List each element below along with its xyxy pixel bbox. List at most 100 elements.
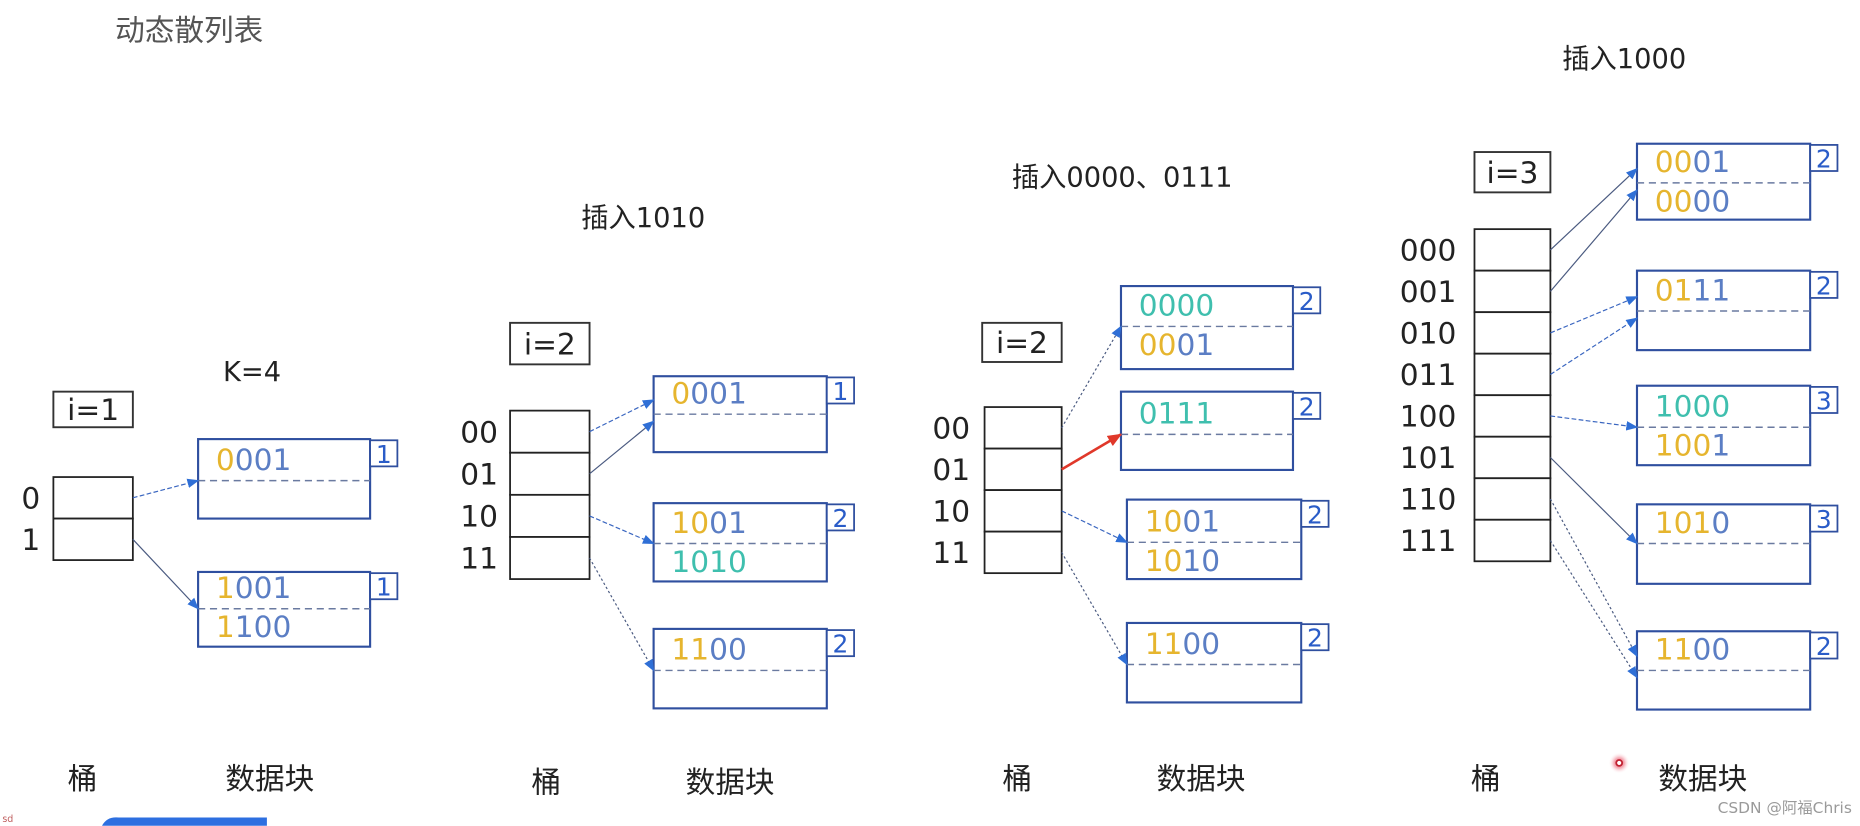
record-key: 0001 bbox=[216, 442, 291, 477]
record-key: 1100 bbox=[1145, 626, 1220, 661]
bucket-cell bbox=[509, 451, 591, 496]
block-caption: 数据块 bbox=[225, 761, 314, 796]
record-bits-other: 01 bbox=[1176, 327, 1214, 362]
panel-title: 插入0000、0111 bbox=[1012, 162, 1233, 193]
bucket-cell bbox=[52, 476, 134, 520]
record-bits-prefix: 10 bbox=[671, 505, 709, 540]
page-title: 动态散列表 bbox=[115, 13, 263, 48]
pointer-arrow bbox=[1061, 325, 1122, 429]
record-key: 1100 bbox=[216, 609, 291, 644]
extendible-hashing-diagram: 动态散列表 K=4i=10110001110011100桶 数据块插入1010i=… bbox=[2, 13, 1852, 826]
highlight-pointer-arrow bbox=[1061, 433, 1123, 471]
record-key: 1001 bbox=[1145, 504, 1220, 539]
bucket-label: 1 bbox=[21, 522, 40, 557]
record-key: 1010 bbox=[671, 544, 746, 579]
bucket-cell bbox=[509, 493, 591, 538]
data-block: 2 1100 bbox=[652, 627, 855, 710]
bucket-label: 10 bbox=[460, 499, 498, 534]
pointer-arrow bbox=[1061, 510, 1128, 543]
record-bits-prefix: 0 bbox=[671, 376, 690, 411]
record-bits-prefix: 00 bbox=[1655, 144, 1693, 179]
data-block: 3 1010 bbox=[1635, 503, 1839, 585]
record-bits-prefix: 101 bbox=[1655, 505, 1712, 540]
local-depth-label: 2 bbox=[1299, 287, 1315, 316]
record-bits-other: 001 bbox=[235, 442, 292, 477]
pointer-arrow bbox=[1061, 552, 1128, 666]
record-bits-other: 1 bbox=[1711, 428, 1730, 463]
panel-3: 插入0000、0111i=200011011200000001201112100… bbox=[932, 162, 1330, 796]
record-key: 0000 bbox=[1139, 288, 1214, 323]
bucket-cell bbox=[1473, 228, 1552, 272]
record-bits-prefix: 00 bbox=[1655, 183, 1693, 218]
record-key: 1001 bbox=[1655, 428, 1730, 463]
bucket-caption: 桶 bbox=[1002, 761, 1032, 796]
cropped-logo bbox=[102, 817, 267, 826]
bucket-caption: 桶 bbox=[531, 765, 561, 800]
bucket-label: 10 bbox=[932, 494, 970, 529]
bucket-cell bbox=[509, 536, 591, 580]
record-bits-prefix: 11 bbox=[671, 632, 709, 667]
bucket-label: 001 bbox=[1400, 274, 1457, 309]
pointer-arrow bbox=[1550, 317, 1638, 375]
local-depth-label: 3 bbox=[1816, 386, 1832, 415]
record-bits-new: 0111 bbox=[1139, 396, 1214, 431]
local-depth-label: 2 bbox=[833, 504, 849, 533]
record-key: 0111 bbox=[1139, 396, 1214, 431]
pointer-arrow bbox=[132, 478, 200, 499]
record-key: 1100 bbox=[1655, 632, 1730, 667]
global-depth-label: i=1 bbox=[67, 392, 119, 427]
record-bits-prefix: 00 bbox=[1139, 327, 1177, 362]
data-block: 110011100 bbox=[197, 570, 399, 648]
record-bits-other: 01 bbox=[709, 505, 747, 540]
local-depth-label: 2 bbox=[1816, 632, 1832, 661]
record-bits-other: 00 bbox=[709, 632, 747, 667]
bucket-label: 01 bbox=[932, 452, 970, 487]
bucket-caption: 桶 bbox=[1471, 761, 1501, 796]
data-block: 200000001 bbox=[1119, 285, 1322, 371]
bucket-cell bbox=[52, 517, 134, 561]
bucket-label: 100 bbox=[1400, 399, 1457, 434]
record-bits-prefix: 10 bbox=[1145, 543, 1183, 578]
data-block: 2 1001 1010 bbox=[652, 502, 855, 583]
bucket-cell bbox=[1473, 435, 1552, 480]
data-block: 2 0111 bbox=[1119, 390, 1322, 472]
panel-1: K=4i=10110001110011100桶 数据块 bbox=[21, 357, 399, 796]
data-block: 1 0001 bbox=[197, 438, 399, 520]
pointer-arrow bbox=[1549, 498, 1638, 658]
bucket-label: 010 bbox=[1400, 316, 1457, 351]
pointer-arrow bbox=[1550, 415, 1639, 431]
pointer-arrow bbox=[589, 420, 655, 475]
record-bits-prefix: 1 bbox=[216, 609, 235, 644]
bucket-label: 101 bbox=[1400, 440, 1457, 475]
bucket-cell bbox=[1473, 352, 1552, 397]
record-bits-prefix: 1 bbox=[216, 570, 235, 605]
cursor-dot bbox=[1615, 759, 1624, 767]
data-block: 1 0001 bbox=[652, 375, 855, 454]
bucket-cell bbox=[1473, 311, 1552, 355]
record-bits-other: 01 bbox=[1182, 504, 1220, 539]
record-bits-other: 00 bbox=[1693, 183, 1731, 218]
record-bits-prefix: 10 bbox=[1145, 504, 1183, 539]
record-key: 0111 bbox=[1655, 272, 1730, 307]
local-depth-label: 2 bbox=[1299, 392, 1315, 421]
bucket-directory: 00 01 10 11 bbox=[460, 409, 591, 580]
global-depth-label: i=2 bbox=[996, 325, 1048, 360]
bucket-directory: 00 01 10 11 bbox=[932, 406, 1063, 575]
bucket-label: 00 bbox=[932, 411, 970, 446]
panel-2: 插入1010i=2000110111000121001101021100桶 数据块 bbox=[460, 203, 855, 800]
panel-title: 插入1000 bbox=[1562, 44, 1686, 75]
record-bits-other: 001 bbox=[690, 376, 747, 411]
record-bits-new: 1000 bbox=[1655, 389, 1730, 424]
data-block: 3 1000 1001 bbox=[1635, 384, 1839, 467]
global-depth-label: i=2 bbox=[524, 326, 576, 361]
local-depth-label: 2 bbox=[1307, 500, 1323, 529]
bucket-label: 111 bbox=[1400, 523, 1457, 558]
local-depth-label: 2 bbox=[833, 630, 849, 659]
pointer-arrow bbox=[589, 399, 655, 433]
pointer-arrow bbox=[1550, 296, 1639, 334]
record-bits-other: 0 bbox=[1711, 505, 1730, 540]
local-depth-label: 2 bbox=[1307, 624, 1323, 653]
bucket-label: 0 bbox=[21, 480, 40, 515]
bucket-label: 00 bbox=[460, 414, 498, 449]
pointer-arrow bbox=[132, 538, 199, 610]
